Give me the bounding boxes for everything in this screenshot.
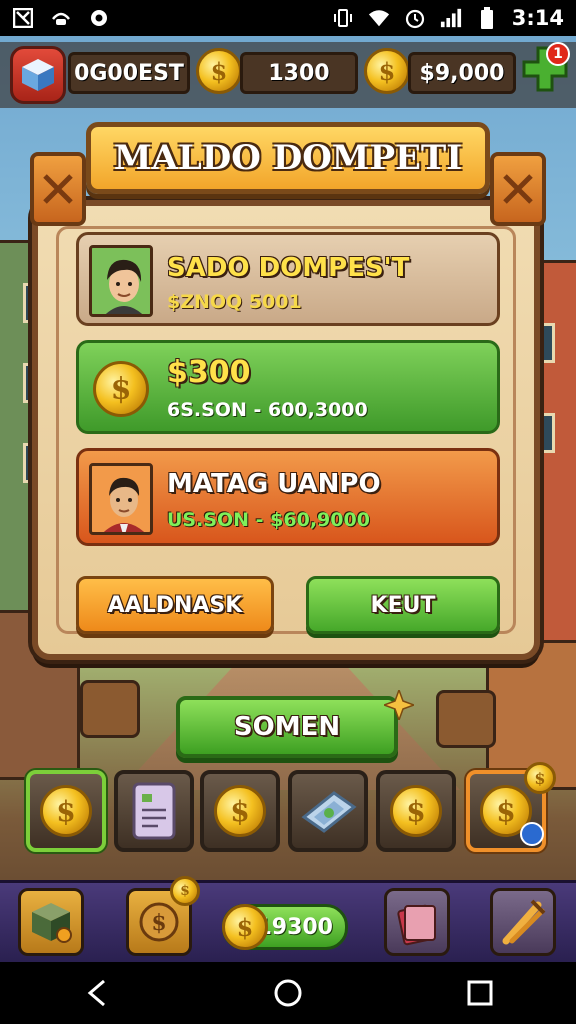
player-level-badge[interactable] — [10, 46, 66, 104]
player-name: 0G00EST — [74, 60, 184, 86]
row-subtitle: $ZNOQ 5001 — [167, 291, 302, 313]
status-bar: 3:14 — [0, 0, 576, 36]
alarm-icon — [404, 7, 426, 29]
home-button[interactable] — [266, 971, 310, 1015]
signal-icon — [440, 7, 462, 29]
card-icon — [132, 782, 176, 840]
coin-icon: $ — [196, 48, 242, 94]
barrel — [436, 690, 496, 748]
item-slot-cash[interactable] — [288, 770, 368, 852]
coin-icon: $ — [93, 361, 149, 417]
close-button[interactable] — [490, 152, 546, 226]
avatar — [89, 463, 153, 535]
row-subtitle: US.SON - $60,9000 — [167, 509, 370, 531]
item-slot-coin[interactable]: $ — [376, 770, 456, 852]
avatar — [89, 245, 153, 317]
sparkle-icon — [381, 687, 417, 723]
app-notification-icon — [12, 7, 34, 29]
coin-amount: 1300 — [268, 60, 330, 86]
cast-icon — [50, 7, 72, 29]
recents-icon — [467, 980, 493, 1006]
row-subtitle: 6S.SON - 600,3000 — [167, 399, 368, 421]
small-coin-icon: $ — [170, 876, 200, 906]
home-icon — [274, 979, 302, 1007]
coin-icon: $ — [214, 785, 266, 837]
cube-icon — [22, 59, 54, 91]
row-title: $300 — [167, 355, 251, 390]
item-slot-coin[interactable]: $ — [26, 770, 106, 852]
corner-decoration-left — [30, 152, 86, 226]
row-title: SADO DOMPES'T — [167, 253, 410, 283]
close-icon — [503, 174, 533, 204]
cash-counter: $9,000 — [408, 52, 516, 94]
bonus-coin-icon: $ — [524, 762, 556, 794]
coin-icon: $ — [390, 785, 442, 837]
tools-button[interactable] — [490, 888, 556, 956]
list-item[interactable]: MATAG UANPO US.SON - $60,9000 — [76, 448, 500, 546]
cards-icon — [397, 904, 436, 946]
back-icon — [87, 979, 105, 1007]
cards-button[interactable] — [384, 888, 450, 956]
coin-icon: $ — [222, 904, 268, 950]
notification-badge: 1 — [546, 42, 570, 66]
wifi-icon — [368, 7, 390, 29]
barrel — [80, 680, 140, 738]
back-button[interactable] — [74, 971, 118, 1015]
navigation-bar — [0, 962, 576, 1024]
item-slot-coin[interactable]: $ — [200, 770, 280, 852]
info-badge-icon — [520, 822, 544, 846]
list-item[interactable]: SADO DOMPES'T $ZNOQ 5001 — [76, 232, 500, 326]
main-action-button[interactable]: SOMEN — [176, 696, 398, 758]
clock-time: 3:14 — [511, 6, 564, 30]
gear-coin-icon: $ — [139, 902, 179, 942]
cash-coin-icon: $ — [364, 48, 410, 94]
shop-button[interactable] — [18, 888, 84, 956]
coin-icon: $ — [40, 785, 92, 837]
vibrate-icon — [332, 7, 354, 29]
cash-amount: $9,000 — [419, 60, 505, 86]
list-item[interactable]: $ $300 6S.SON - 600,3000 — [76, 340, 500, 434]
item-slot-card[interactable] — [114, 770, 194, 852]
svg-text:$: $ — [151, 910, 166, 936]
circle-status-icon — [88, 7, 110, 29]
shop-box-icon — [32, 903, 72, 943]
recents-button[interactable] — [458, 971, 502, 1015]
row-title: MATAG UANPO — [167, 469, 381, 499]
left-action-button[interactable]: AALDNASK — [76, 576, 274, 634]
right-action-button[interactable]: KEUT — [306, 576, 500, 634]
player-name-pill: 0G00EST — [68, 52, 190, 94]
cash-bundle-icon — [301, 791, 357, 833]
dialog-title: MALDO DOMPETI — [113, 138, 463, 178]
tools-icon — [502, 899, 546, 945]
coin-counter: 1300 — [240, 52, 358, 94]
battery-icon — [476, 7, 498, 29]
dialog-title-banner: MALDO DOMPETI — [86, 122, 490, 194]
